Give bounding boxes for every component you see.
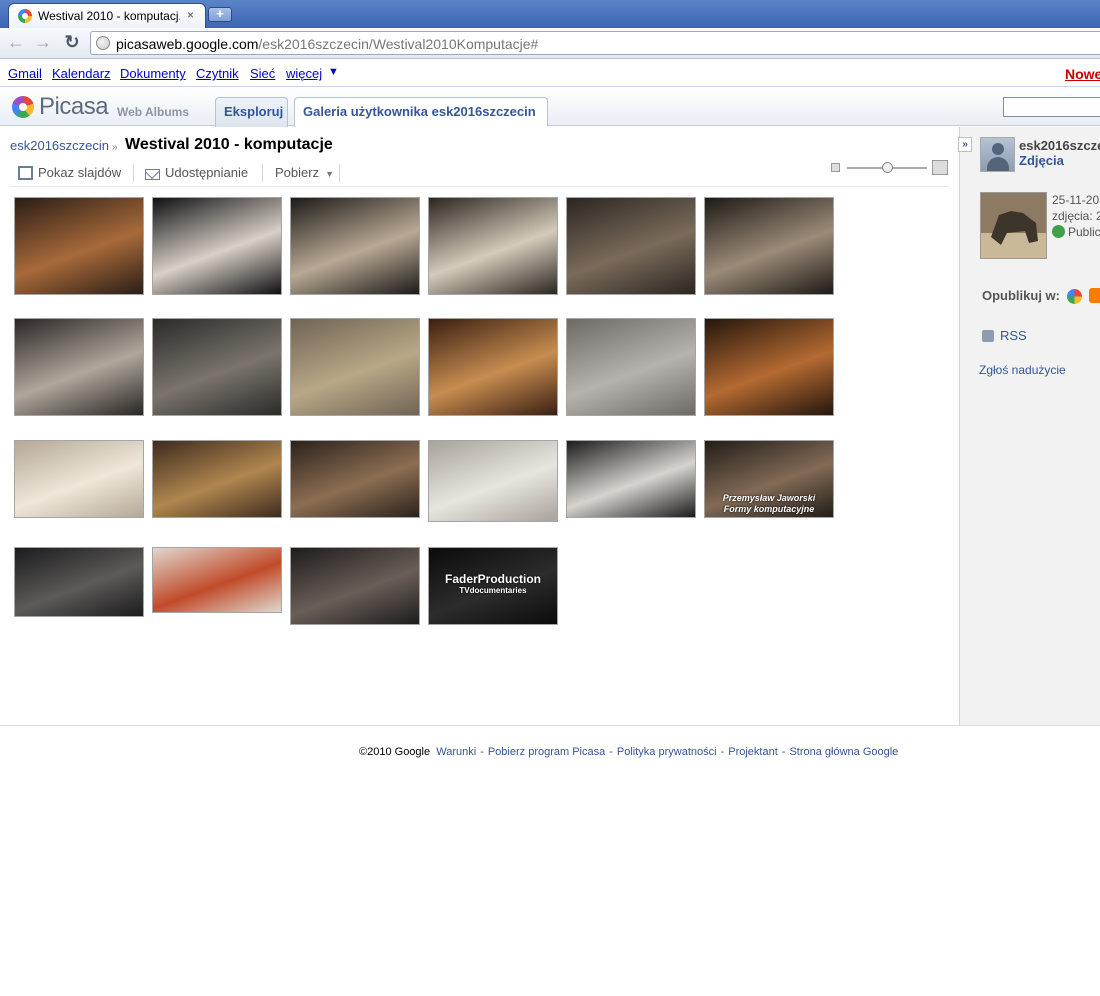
gbar-link-calendar[interactable]: Kalendarz <box>52 66 111 81</box>
footer-link-privacy[interactable]: Polityka prywatności <box>617 746 717 758</box>
photo-thumbnail[interactable]: FaderProduction TVdocumentaries <box>428 547 558 625</box>
album-date: 25-11-2010 <box>1052 193 1100 207</box>
share-button[interactable]: Udostępnianie <box>145 165 248 180</box>
footer: ©2010 Google Warunki - Pobierz program Pic… <box>359 746 899 758</box>
photo-thumbnail[interactable] <box>566 318 696 416</box>
browser-toolbar: ← → ↻ picasaweb.google.com/esk2016szczec… <box>0 28 1100 59</box>
avatar[interactable] <box>980 137 1015 172</box>
photo-thumbnail[interactable] <box>290 197 420 295</box>
photo-thumbnail[interactable] <box>290 440 420 518</box>
reload-icon[interactable]: ↻ <box>61 32 83 53</box>
public-globe-icon <box>1052 225 1065 238</box>
download-button[interactable]: Pobierz ▼ <box>275 165 334 180</box>
breadcrumb: esk2016szczecin» <box>10 138 121 153</box>
photo-thumbnail[interactable] <box>152 197 282 295</box>
publish-label: Opublikuj w: <box>982 288 1060 303</box>
photo-thumbnail[interactable] <box>14 547 144 617</box>
footer-copyright: ©2010 Google <box>359 746 431 758</box>
slideshow-button[interactable]: Pokaz slajdów <box>18 165 121 180</box>
google-buzz-icon[interactable] <box>1067 289 1082 304</box>
back-arrow-icon[interactable]: ← <box>5 32 27 53</box>
url-text: picasaweb.google.com/esk2016szczecin/Wes… <box>116 36 539 52</box>
photo-caption: Przemysław Jaworski Formy komputacyjne <box>722 493 816 514</box>
envelope-icon <box>145 169 160 180</box>
tab-explore[interactable]: Eksploruj <box>215 97 288 127</box>
large-thumb-icon[interactable] <box>932 160 948 175</box>
tab-close-icon[interactable]: × <box>187 8 194 22</box>
picasa-logo-icon[interactable] <box>12 96 34 118</box>
visibility-status: Publiczny <box>1052 225 1100 239</box>
collapse-sidebar-icon[interactable]: » <box>958 137 972 152</box>
footer-divider <box>0 725 1100 726</box>
divider <box>339 164 340 182</box>
gbar-link-more[interactable]: więcej <box>286 66 322 81</box>
blogger-icon[interactable] <box>1089 288 1100 303</box>
fullscreen-icon <box>18 166 33 180</box>
divider <box>10 186 948 187</box>
album-sidebar: » esk2016szczecin Zdjęcia 25-11-2010 zdj… <box>958 127 1100 725</box>
photo-thumbnail[interactable] <box>152 318 282 416</box>
forward-arrow-icon[interactable]: → <box>32 32 54 53</box>
tab-user-gallery[interactable]: Galeria użytkownika esk2016szczecin <box>294 97 548 127</box>
tab-title: Westival 2010 - komputacj... <box>38 9 180 23</box>
photo-thumbnail[interactable] <box>152 547 282 613</box>
picasa-logo-subtitle: Web Albums <box>117 105 190 119</box>
album-cover-image <box>980 192 1047 259</box>
breadcrumb-user-link[interactable]: esk2016szczecin <box>10 138 109 153</box>
google-bar: Gmail Kalendarz Dokumenty Czytnik Sieć w… <box>0 61 1100 87</box>
footer-link-designer[interactable]: Projektant <box>728 746 778 758</box>
rss-icon[interactable] <box>982 330 994 342</box>
new-tab-button[interactable]: + <box>208 7 232 22</box>
globe-icon <box>96 36 110 50</box>
dropdown-arrow-icon: ▼ <box>325 169 334 179</box>
photo-thumbnail[interactable] <box>566 440 696 518</box>
photo-thumbnail[interactable] <box>428 440 558 522</box>
gbar-link-reader[interactable]: Czytnik <box>196 66 239 81</box>
photo-thumbnail[interactable] <box>14 318 144 416</box>
footer-link-terms[interactable]: Warunki <box>436 746 476 758</box>
divider <box>133 164 134 182</box>
photo-thumbnail[interactable] <box>704 197 834 295</box>
gbar-link-new[interactable]: Nowe <box>1065 66 1100 82</box>
photo-thumbnail[interactable] <box>428 318 558 416</box>
report-abuse-link[interactable]: Zgłoś nadużycie <box>979 363 1066 377</box>
picasa-logo-text[interactable]: Picasa <box>39 93 109 121</box>
divider <box>262 164 263 182</box>
photo-thumbnail[interactable] <box>14 197 144 295</box>
breadcrumb-separator: » <box>112 142 118 153</box>
photo-thumbnail[interactable] <box>290 318 420 416</box>
picasa-favicon-icon <box>18 9 32 23</box>
gbar-link-web[interactable]: Sieć <box>250 66 275 81</box>
rss-link[interactable]: RSS <box>1000 328 1027 343</box>
photo-thumbnail[interactable] <box>428 197 558 295</box>
slider-handle[interactable] <box>882 162 893 173</box>
search-input[interactable] <box>1003 97 1100 117</box>
photo-thumbnail[interactable] <box>566 197 696 295</box>
gbar-link-documents[interactable]: Dokumenty <box>120 66 186 81</box>
footer-link-google-home[interactable]: Strona główna Google <box>789 746 898 758</box>
photo-thumbnail[interactable] <box>14 440 144 518</box>
browser-tab-strip: Westival 2010 - komputacj... × + <box>0 0 1100 28</box>
owner-photos-link[interactable]: Zdjęcia <box>1019 153 1064 168</box>
chevron-down-icon[interactable]: ▼ <box>328 66 339 78</box>
album-title: Westival 2010 - komputacje <box>125 136 333 153</box>
address-bar[interactable]: picasaweb.google.com/esk2016szczecin/Wes… <box>90 31 1100 55</box>
small-thumb-icon[interactable] <box>831 163 840 172</box>
photo-count: zdjęcia: 22 <box>1052 209 1100 223</box>
photo-thumbnail[interactable] <box>152 440 282 518</box>
album-main: esk2016szczecin» Westival 2010 - komputa… <box>0 127 960 725</box>
gbar-link-gmail[interactable]: Gmail <box>8 66 42 81</box>
footer-link-download-picasa[interactable]: Pobierz program Picasa <box>488 746 605 758</box>
owner-name[interactable]: esk2016szczecin <box>1019 138 1100 153</box>
photo-caption: FaderProduction TVdocumentaries <box>444 572 541 595</box>
picasa-header: Picasa Web Albums Eksploruj Galeria użyt… <box>0 88 1100 127</box>
photo-thumbnail[interactable] <box>704 318 834 416</box>
thumbnail-size-slider[interactable] <box>830 160 950 178</box>
photo-thumbnail[interactable]: Przemysław Jaworski Formy komputacyjne <box>704 440 834 518</box>
browser-tab[interactable]: Westival 2010 - komputacj... × <box>8 3 206 28</box>
photo-thumbnail[interactable] <box>290 547 420 625</box>
